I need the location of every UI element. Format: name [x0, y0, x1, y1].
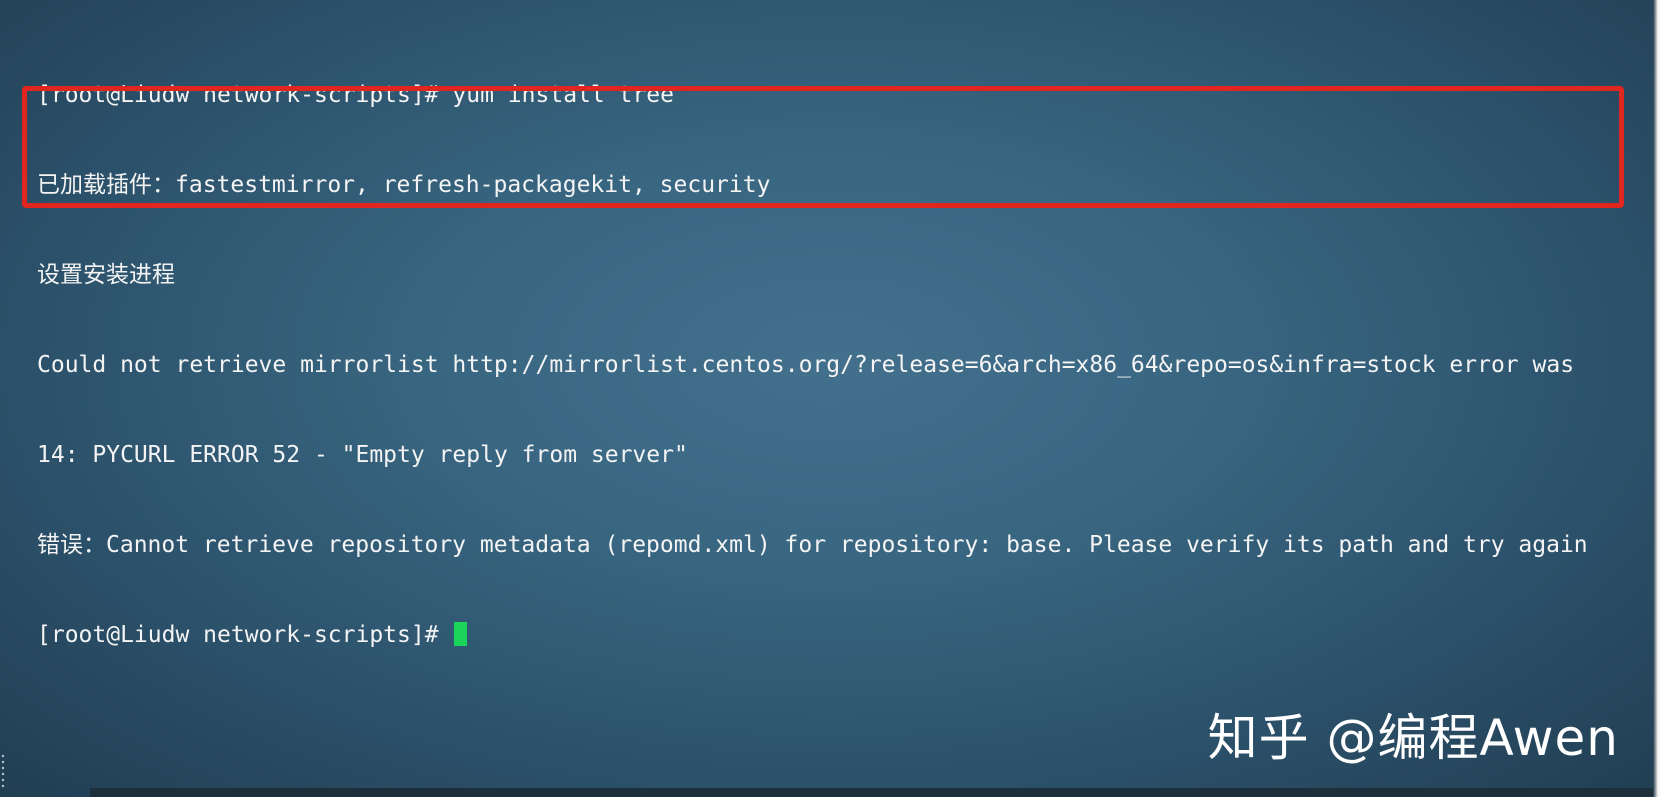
- mirrorlist-error-line: Could not retrieve mirrorlist http://mir…: [37, 352, 1575, 378]
- text-cursor: [454, 622, 468, 646]
- right-window-edge: [1653, 0, 1661, 797]
- terminal-window[interactable]: [root@Liudw network-scripts]# yum instal…: [0, 0, 1661, 797]
- setup-install-process-line: 设置安装进程: [37, 262, 175, 288]
- error-highlight-box: [22, 86, 1624, 208]
- resize-grip-dots: [0, 753, 6, 789]
- zhihu-watermark: 知乎 @编程Awen: [1207, 709, 1619, 767]
- repository-error-line: 错误：Cannot retrieve repository metadata (…: [37, 532, 1588, 558]
- pycurl-error-line: 14: PYCURL ERROR 52 - "Empty reply from …: [37, 442, 688, 468]
- prompt-line[interactable]: [root@Liudw network-scripts]#: [37, 620, 1588, 650]
- shell-prompt: [root@Liudw network-scripts]#: [37, 622, 453, 648]
- bottom-edge: [90, 788, 1653, 797]
